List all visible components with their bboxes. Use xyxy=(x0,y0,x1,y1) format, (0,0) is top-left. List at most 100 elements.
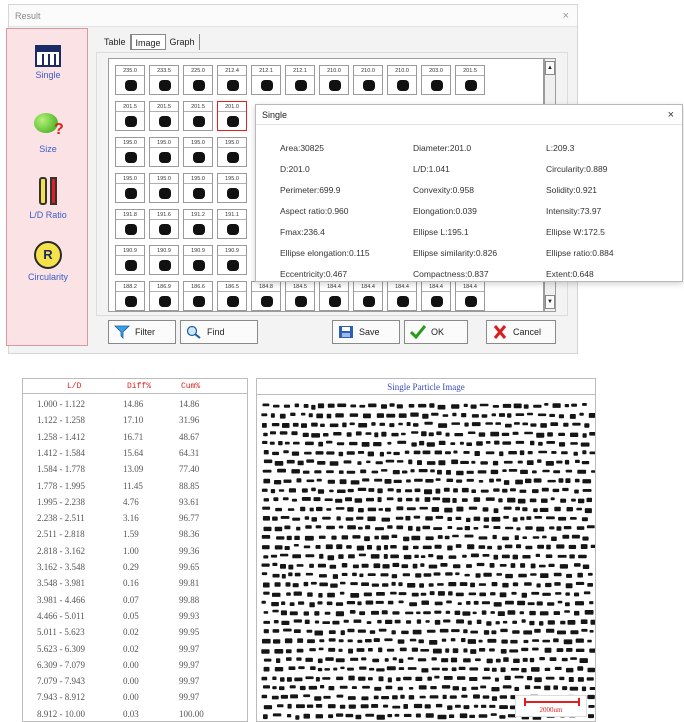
particle-dot xyxy=(306,704,314,708)
particle-thumbnail[interactable]: 184.5 xyxy=(285,281,315,311)
particle-dot xyxy=(441,658,449,663)
particle-thumbnail[interactable]: 190.9 xyxy=(149,245,179,275)
particle-thumbnail[interactable]: 210.0 xyxy=(353,65,383,95)
scroll-down-arrow-icon[interactable]: ▼ xyxy=(545,295,555,309)
particle-thumbnail[interactable]: 201.0 xyxy=(217,101,247,131)
particle-thumbnail[interactable]: 184.4 xyxy=(353,281,383,311)
table-row: 3.981 - 4.466 0.07 99.88 xyxy=(23,592,247,608)
particle-thumbnail[interactable]: 191.1 xyxy=(217,209,247,239)
particle-dot xyxy=(505,423,512,428)
particle-dot xyxy=(473,600,479,605)
particle-thumbnail[interactable]: 195.0 xyxy=(115,137,145,167)
particle-thumbnail[interactable]: 186.6 xyxy=(183,281,213,311)
particle-dot xyxy=(263,478,271,484)
particle-dot xyxy=(517,600,526,606)
particle-thumbnail[interactable]: 201.5 xyxy=(183,101,213,131)
particle-thumbnail[interactable]: 212.1 xyxy=(251,65,281,95)
particle-dot xyxy=(360,704,369,709)
popup-close-button[interactable]: × xyxy=(668,105,674,125)
particle-thumbnail[interactable]: 190.9 xyxy=(183,245,213,275)
particle-dot xyxy=(326,470,334,474)
particle-dot xyxy=(421,431,427,437)
particle-thumbnail[interactable]: 233.5 xyxy=(149,65,179,95)
find-button[interactable]: Find xyxy=(180,320,258,344)
particle-thumbnail[interactable]: 212.4 xyxy=(217,65,247,95)
particle-thumbnail[interactable]: 195.0 xyxy=(183,137,213,167)
filter-button[interactable]: Filter xyxy=(108,320,176,344)
particle-thumbnail[interactable]: 191.2 xyxy=(183,209,213,239)
particle-dot xyxy=(281,574,286,579)
table-cell: 1.995 - 2.238 xyxy=(37,496,85,507)
particle-dot xyxy=(425,620,430,623)
particle-thumbnail[interactable]: 184.4 xyxy=(319,281,349,311)
sidebar-item-size[interactable]: ? Size xyxy=(7,111,89,154)
particle-thumbnail[interactable]: 210.0 xyxy=(387,65,417,95)
particle-thumbnail[interactable]: 212.1 xyxy=(285,65,315,95)
particle-dot xyxy=(320,685,325,689)
particle-thumbnail[interactable]: 190.9 xyxy=(217,245,247,275)
particle-dot xyxy=(478,432,486,437)
particle-dot xyxy=(500,667,506,673)
particle-thumbnail[interactable]: 195.0 xyxy=(217,137,247,167)
particle-thumbnail[interactable]: 195.0 xyxy=(149,173,179,203)
particle-dot xyxy=(489,563,495,568)
table-row: 1.778 - 1.995 11.45 88.85 xyxy=(23,478,247,494)
particle-property: Ellipse elongation:0.115 xyxy=(280,248,370,258)
particle-dot xyxy=(373,695,379,700)
particle-thumbnail[interactable]: 186.9 xyxy=(149,281,179,311)
particle-dot xyxy=(302,432,309,437)
particle-dot xyxy=(398,582,403,587)
particle-dot xyxy=(464,422,469,427)
sidebar-item-circularity[interactable]: R Circularity xyxy=(7,241,89,282)
save-button[interactable]: Save xyxy=(332,320,400,344)
cancel-button[interactable]: Cancel xyxy=(486,320,556,344)
scroll-up-arrow-icon[interactable]: ▲ xyxy=(545,61,555,75)
particle-thumbnail[interactable]: 235.0 xyxy=(115,65,145,95)
particle-thumbnail[interactable]: 201.5 xyxy=(149,101,179,131)
particle-dot xyxy=(479,648,486,652)
sidebar-item-ld-ratio[interactable]: L/D Ratio xyxy=(7,177,89,220)
particle-thumbnail[interactable]: 225.0 xyxy=(183,65,213,95)
particle-thumbnail[interactable]: 186.5 xyxy=(217,281,247,311)
particle-thumbnail[interactable]: 184.8 xyxy=(251,281,281,311)
particle-dot xyxy=(263,591,270,595)
window-close-button[interactable]: × xyxy=(563,5,569,27)
particle-dot xyxy=(450,638,456,642)
sidebar-item-single[interactable]: Single xyxy=(7,45,89,80)
particle-dot xyxy=(335,498,343,503)
particle-dot xyxy=(575,459,580,463)
particle-dot xyxy=(333,667,338,671)
particle-dot xyxy=(580,619,588,624)
particle-dot xyxy=(531,667,540,672)
particle-thumbnail[interactable]: 201.5 xyxy=(115,101,145,131)
particle-thumbnail[interactable]: 184.4 xyxy=(387,281,417,311)
particle-thumbnail[interactable]: 195.0 xyxy=(115,173,145,203)
particle-thumbnail[interactable]: 190.9 xyxy=(115,245,145,275)
particle-dot xyxy=(538,450,548,454)
particle-dot xyxy=(328,630,336,634)
particle-thumbnail[interactable]: 188.2 xyxy=(115,281,145,311)
particle-thumbnail[interactable]: 184.4 xyxy=(421,281,451,311)
particle-thumbnail[interactable]: 195.0 xyxy=(149,137,179,167)
particle-thumbnail[interactable]: 210.0 xyxy=(319,65,349,95)
particle-dot xyxy=(496,478,502,482)
tab-table[interactable]: Table xyxy=(100,34,131,50)
particle-dot xyxy=(408,459,413,465)
table-cell: 98.36 xyxy=(179,529,200,540)
ok-button[interactable]: OK xyxy=(404,320,468,344)
particle-dot xyxy=(283,404,290,408)
particle-thumbnail[interactable]: 201.5 xyxy=(455,65,485,95)
particle-dot xyxy=(444,535,450,540)
tab-graph[interactable]: Graph xyxy=(166,34,200,50)
particle-dot xyxy=(499,705,508,709)
particle-dot xyxy=(328,647,336,652)
table-row: 1.122 - 1.258 17.10 31.96 xyxy=(23,412,247,428)
particle-dot xyxy=(505,526,514,530)
tab-image[interactable]: Image xyxy=(130,34,166,50)
particle-thumbnail[interactable]: 184.4 xyxy=(455,281,485,311)
particle-thumbnail[interactable]: 191.8 xyxy=(115,209,145,239)
particle-thumbnail[interactable]: 191.6 xyxy=(149,209,179,239)
particle-thumbnail[interactable]: 203.0 xyxy=(421,65,451,95)
particle-thumbnail[interactable]: 195.0 xyxy=(183,173,213,203)
particle-thumbnail[interactable]: 195.0 xyxy=(217,173,247,203)
